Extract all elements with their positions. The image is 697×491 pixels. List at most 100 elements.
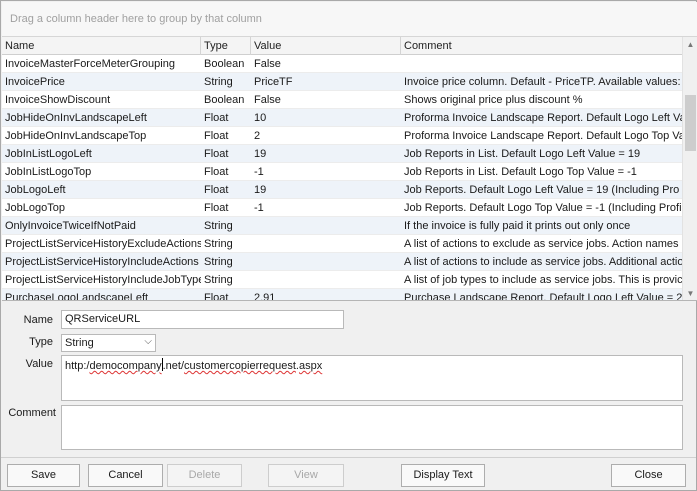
cancel-button-label: Cancel: [108, 469, 143, 481]
cell-name[interactable]: JobInListLogoLeft: [2, 145, 201, 163]
table-row[interactable]: InvoicePrice String PriceTF Invoice price c…: [2, 73, 682, 91]
cell-value[interactable]: 19: [251, 181, 401, 199]
cell-type[interactable]: Float: [201, 289, 251, 300]
cell-comment[interactable]: Invoice price column. Default - PriceTP.…: [401, 73, 682, 91]
cell-name[interactable]: ProjectListServiceHistoryExcludeActions: [2, 235, 201, 253]
cell-name[interactable]: JobHideOnInvLandscapeLeft: [2, 109, 201, 127]
cell-comment[interactable]: A list of actions to include as service …: [401, 253, 682, 271]
cell-type[interactable]: Float: [201, 109, 251, 127]
scroll-down-arrow-icon[interactable]: ▼: [683, 286, 697, 300]
cell-name[interactable]: PurchaseLogoLandscapeLeft: [2, 289, 201, 300]
group-by-panel[interactable]: Drag a column header here to group by th…: [2, 2, 697, 37]
cell-comment[interactable]: Shows original price plus discount %: [401, 91, 682, 109]
delete-button-label: Delete: [188, 469, 221, 481]
table-row[interactable]: JobInListLogoTop Float -1 Job Reports in Li…: [2, 163, 682, 181]
cell-name[interactable]: InvoicePrice: [2, 73, 201, 91]
cell-comment[interactable]: Job Reports. Default Logo Top Value = -1…: [401, 199, 682, 217]
cell-type[interactable]: Float: [201, 199, 251, 217]
cell-name[interactable]: InvoiceShowDiscount: [2, 91, 201, 109]
value-text-protocol: http:/: [65, 360, 90, 372]
cell-value[interactable]: 2.91: [251, 289, 401, 300]
cell-value[interactable]: False: [251, 91, 401, 109]
cell-comment[interactable]: [401, 55, 682, 73]
column-header-comment[interactable]: Comment: [401, 37, 682, 55]
display-text-button[interactable]: Display Text: [401, 464, 485, 487]
cell-comment[interactable]: Job Reports. Default Logo Left Value = 1…: [401, 181, 682, 199]
cell-comment[interactable]: Proforma Invoice Landscape Report. Defau…: [401, 127, 682, 145]
cell-type[interactable]: String: [201, 253, 251, 271]
grid-scrollbar[interactable]: ▲ ▼: [682, 37, 697, 300]
delete-button[interactable]: Delete: [167, 464, 242, 487]
save-button[interactable]: Save: [7, 464, 80, 487]
cell-comment[interactable]: A list of actions to exclude as service …: [401, 235, 682, 253]
cell-type[interactable]: Boolean: [201, 91, 251, 109]
table-row[interactable]: OnlyInvoiceTwiceIfNotPaid String If the in…: [2, 217, 682, 235]
cell-type[interactable]: Float: [201, 145, 251, 163]
table-row[interactable]: JobLogoTop Float -1 Job Reports. Default Lo…: [2, 199, 682, 217]
column-header-name[interactable]: Name: [2, 37, 201, 55]
cell-type[interactable]: Float: [201, 163, 251, 181]
cell-name[interactable]: JobLogoTop: [2, 199, 201, 217]
table-row[interactable]: JobHideOnInvLandscapeLeft Float 10 Proforma…: [2, 109, 682, 127]
cell-comment[interactable]: Purchase Landscape Report. Default Logo …: [401, 289, 682, 300]
cell-name[interactable]: ProjectListServiceHistoryIncludeJobType: [2, 271, 201, 289]
cell-comment[interactable]: A list of job types to include as servic…: [401, 271, 682, 289]
type-select[interactable]: String ⌵: [61, 334, 156, 352]
cell-comment[interactable]: Job Reports in List. Default Logo Left V…: [401, 145, 682, 163]
column-header-value[interactable]: Value: [251, 37, 401, 55]
cell-type[interactable]: Float: [201, 127, 251, 145]
cell-type[interactable]: String: [201, 73, 251, 91]
scroll-up-arrow-icon[interactable]: ▲: [683, 37, 697, 52]
cell-value[interactable]: -1: [251, 199, 401, 217]
cell-value[interactable]: [251, 235, 401, 253]
close-button[interactable]: Close: [611, 464, 686, 487]
grid-rows: InvoiceMasterForceMeterGrouping Boolean Fa…: [2, 55, 682, 300]
cell-name[interactable]: ProjectListServiceHistoryIncludeActions: [2, 253, 201, 271]
cell-comment[interactable]: Job Reports in List. Default Logo Top Va…: [401, 163, 682, 181]
table-row[interactable]: ProjectListServiceHistoryIncludeActions S…: [2, 253, 682, 271]
cell-value[interactable]: [251, 271, 401, 289]
cell-comment[interactable]: Proforma Invoice Landscape Report. Defau…: [401, 109, 682, 127]
settings-grid[interactable]: Name Type Value Comment InvoiceMasterFor…: [2, 37, 697, 301]
cell-name[interactable]: JobLogoLeft: [2, 181, 201, 199]
table-row[interactable]: JobHideOnInvLandscapeTop Float 2 Proforma I…: [2, 127, 682, 145]
cell-type[interactable]: String: [201, 271, 251, 289]
cell-name[interactable]: OnlyInvoiceTwiceIfNotPaid: [2, 217, 201, 235]
view-button-label: View: [294, 469, 318, 481]
table-row[interactable]: JobLogoLeft Float 19 Job Reports. Default L…: [2, 181, 682, 199]
button-bar-divider: [1, 457, 696, 458]
type-label: Type: [29, 336, 53, 348]
cell-value[interactable]: [251, 217, 401, 235]
cell-type[interactable]: String: [201, 235, 251, 253]
table-row[interactable]: JobInListLogoLeft Float 19 Job Reports in L…: [2, 145, 682, 163]
cell-value[interactable]: False: [251, 55, 401, 73]
table-row[interactable]: InvoiceShowDiscount Boolean False Shows ori…: [2, 91, 682, 109]
cell-value[interactable]: [251, 253, 401, 271]
table-row[interactable]: PurchaseLogoLandscapeLeft Float 2.91 Purcha…: [2, 289, 682, 300]
cell-name[interactable]: JobInListLogoTop: [2, 163, 201, 181]
view-button[interactable]: View: [268, 464, 344, 487]
cancel-button[interactable]: Cancel: [88, 464, 163, 487]
cell-type[interactable]: Boolean: [201, 55, 251, 73]
cell-comment[interactable]: If the invoice is fully paid it prints o…: [401, 217, 682, 235]
value-textarea[interactable]: http:/democompany.net/customercopierrequ…: [61, 355, 683, 401]
cell-value[interactable]: 2: [251, 127, 401, 145]
cell-name[interactable]: JobHideOnInvLandscapeTop: [2, 127, 201, 145]
cell-value[interactable]: PriceTF: [251, 73, 401, 91]
table-row[interactable]: ProjectListServiceHistoryIncludeJobType S…: [2, 271, 682, 289]
cell-type[interactable]: String: [201, 217, 251, 235]
save-button-label: Save: [30, 469, 57, 481]
table-row[interactable]: InvoiceMasterForceMeterGrouping Boolean Fa…: [2, 55, 682, 73]
cell-value[interactable]: -1: [251, 163, 401, 181]
cell-name[interactable]: InvoiceMasterForceMeterGrouping: [2, 55, 201, 73]
comment-textarea[interactable]: [61, 405, 683, 450]
column-header-type[interactable]: Type: [201, 37, 251, 55]
cell-value[interactable]: 10: [251, 109, 401, 127]
cell-value[interactable]: 19: [251, 145, 401, 163]
scroll-thumb[interactable]: [685, 95, 696, 151]
value-text-tld: .net/: [162, 360, 185, 372]
name-field[interactable]: QRServiceURL: [61, 310, 344, 329]
cell-type[interactable]: Float: [201, 181, 251, 199]
display-text-button-label: Display Text: [413, 469, 473, 481]
table-row[interactable]: ProjectListServiceHistoryExcludeActions S…: [2, 235, 682, 253]
